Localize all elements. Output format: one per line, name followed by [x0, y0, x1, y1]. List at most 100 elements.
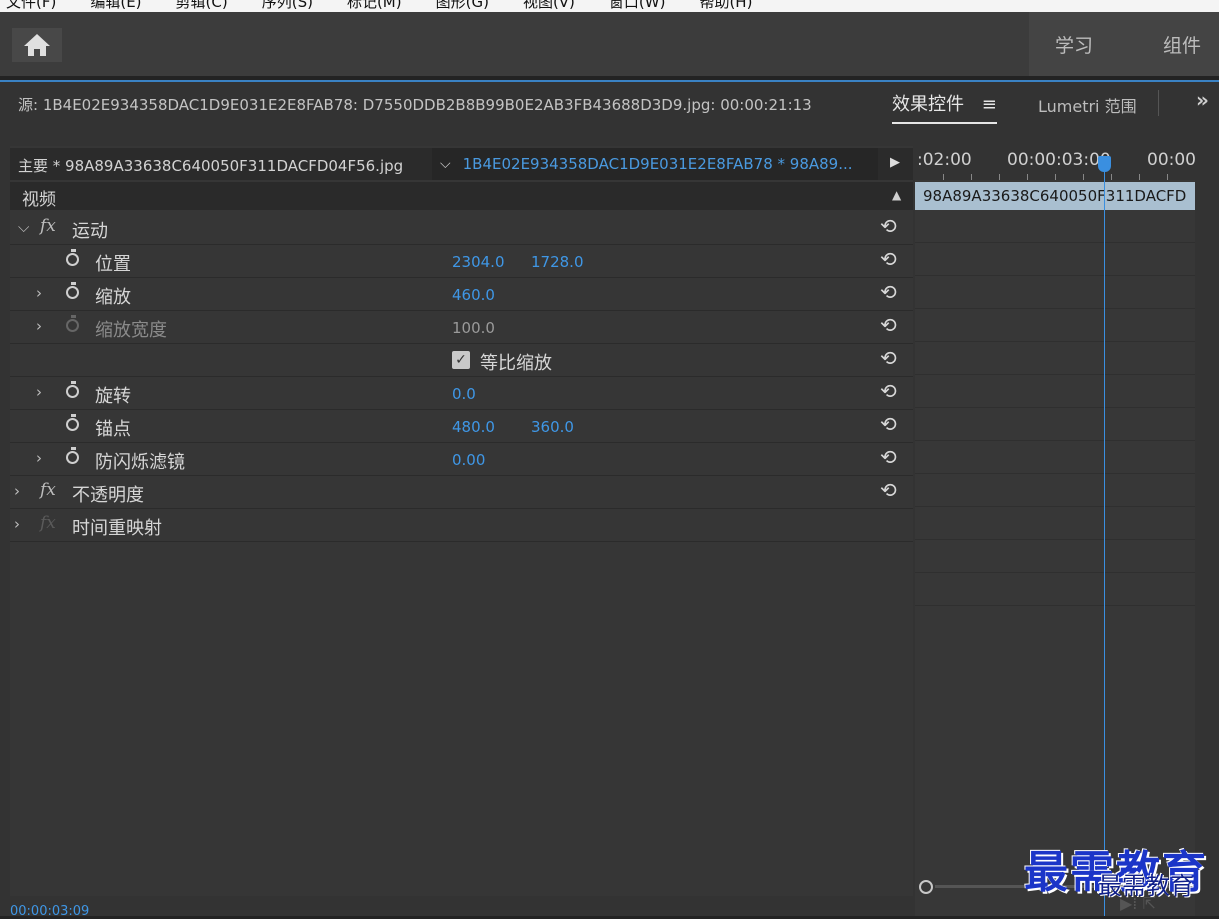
- chevron-right-icon[interactable]: ›: [36, 284, 42, 302]
- source-tab[interactable]: 源: 1B4E02E934358DAC1D9E031E2E8FAB78: D75…: [18, 94, 812, 115]
- uniform-scale-checkbox[interactable]: ✓: [452, 351, 470, 369]
- menu-item[interactable]: 图形(G): [436, 0, 489, 12]
- effect-label-opacity: 不透明度: [72, 485, 144, 506]
- workspace-assembly[interactable]: 组件: [1163, 31, 1201, 58]
- reset-icon[interactable]: ⟲: [880, 412, 897, 436]
- track-divider: [915, 539, 1195, 540]
- track-divider: [915, 605, 1195, 606]
- effect-label-time-remapping: 时间重映射: [72, 518, 162, 539]
- anchor-x-value[interactable]: 480.0: [452, 418, 495, 436]
- menu-item[interactable]: 编辑(E): [90, 0, 141, 12]
- property-label-scale-width: 缩放宽度: [95, 320, 167, 341]
- track-divider: [915, 506, 1195, 507]
- video-section-label: 视频: [22, 190, 56, 210]
- ruler-timecode: 00:00:03:00: [1007, 150, 1111, 170]
- property-row-antiflicker: › 防闪烁滤镜 0.00 ⟲: [10, 443, 913, 476]
- stopwatch-icon[interactable]: [66, 447, 79, 464]
- panel-tab-bar: 源: 1B4E02E934358DAC1D9E031E2E8FAB78: D75…: [0, 82, 1219, 128]
- playhead-handle[interactable]: [1098, 156, 1111, 172]
- property-row-uniform-scale: ✓ 等比缩放 ⟲: [10, 344, 913, 377]
- chevron-right-icon[interactable]: ›: [36, 449, 42, 467]
- ruler-tick: [971, 174, 972, 180]
- position-x-value[interactable]: 2304.0: [452, 253, 505, 271]
- play-triangle-icon[interactable]: ▶: [890, 155, 900, 170]
- fx-badge-icon[interactable]: fx: [40, 216, 56, 236]
- stopwatch-icon[interactable]: [66, 282, 79, 299]
- stopwatch-icon[interactable]: [66, 381, 79, 398]
- stopwatch-icon[interactable]: [66, 249, 79, 266]
- collapse-triangle-icon[interactable]: ▲: [892, 188, 901, 202]
- workspace-learn[interactable]: 学习: [1055, 31, 1093, 58]
- antiflicker-value[interactable]: 0.00: [452, 451, 485, 469]
- menu-item[interactable]: 剪辑(C): [176, 0, 228, 12]
- workspace-tabs: 学习 组件: [1029, 12, 1219, 76]
- uniform-scale-label: 等比缩放: [480, 353, 552, 374]
- property-row-scale: › 缩放 460.0 ⟲: [10, 278, 913, 311]
- track-divider: [915, 308, 1195, 309]
- track-divider: [915, 374, 1195, 375]
- reset-icon[interactable]: ⟲: [880, 445, 897, 469]
- chevron-down-icon: ⌵: [440, 156, 451, 172]
- effect-row-time-remapping: › fx 时间重映射: [10, 509, 913, 542]
- ruler-tick: [1139, 174, 1140, 180]
- ruler-tick: [999, 174, 1000, 180]
- tab-effect-controls[interactable]: 效果控件 ≡: [892, 90, 997, 124]
- property-row-rotation: › 旋转 0.0 ⟲: [10, 377, 913, 410]
- ruler-tick: [1111, 174, 1112, 180]
- anchor-y-value[interactable]: 360.0: [531, 418, 574, 436]
- more-tabs-icon[interactable]: »: [1196, 88, 1209, 112]
- playhead-line[interactable]: [1104, 168, 1105, 916]
- menu-item[interactable]: 序列(S): [262, 0, 313, 12]
- menu-item[interactable]: 视图(V): [523, 0, 575, 12]
- chevron-right-icon[interactable]: ›: [36, 383, 42, 401]
- track-divider: [915, 275, 1195, 276]
- header-bar: 学习 组件: [0, 12, 1219, 76]
- track-divider: [915, 473, 1195, 474]
- ruler-tick: [1055, 174, 1056, 180]
- position-y-value[interactable]: 1728.0: [531, 253, 584, 271]
- property-row-position: 位置 2304.0 1728.0 ⟲: [10, 245, 913, 278]
- ruler-timecode: 00:00: [1147, 150, 1195, 170]
- stopwatch-icon: [66, 315, 79, 332]
- reset-icon[interactable]: ⟲: [880, 247, 897, 271]
- stopwatch-icon[interactable]: [66, 414, 79, 431]
- current-timecode[interactable]: 00:00:03:09: [10, 904, 89, 919]
- reset-icon[interactable]: ⟲: [880, 214, 897, 238]
- menu-item[interactable]: 窗口(W): [609, 0, 666, 12]
- scale-value[interactable]: 460.0: [452, 286, 495, 304]
- property-label-anchor-point: 锚点: [95, 419, 131, 440]
- effect-controls-panel: 源: 1B4E02E934358DAC1D9E031E2E8FAB78: D75…: [0, 80, 1219, 919]
- effect-row-motion: ⌵ fx 运动 ⟲: [10, 212, 913, 245]
- sequence-clip-dropdown[interactable]: ⌵ 1B4E02E934358DAC1D9E031E2E8FAB78 * 98A…: [432, 148, 878, 180]
- fx-badge-icon[interactable]: fx: [40, 480, 56, 500]
- chevron-right-icon[interactable]: ›: [36, 317, 42, 335]
- property-label-position: 位置: [95, 254, 131, 275]
- tab-effect-controls-label: 效果控件: [892, 94, 964, 115]
- tab-lumetri-scopes[interactable]: Lumetri 范围: [1038, 93, 1137, 117]
- reset-icon[interactable]: ⟲: [880, 478, 897, 502]
- property-label-rotation: 旋转: [95, 386, 131, 407]
- home-button[interactable]: [12, 28, 62, 62]
- menu-item[interactable]: 文件(F): [6, 0, 56, 12]
- chevron-right-icon[interactable]: ›: [14, 482, 20, 500]
- zoom-knob[interactable]: [919, 880, 933, 894]
- rotation-value[interactable]: 0.0: [452, 385, 476, 403]
- effect-timeline: :02:00 00:00:03:00 00:00 98A89A33638C640…: [915, 146, 1195, 916]
- timeline-clip[interactable]: 98A89A33638C640050F311DACFD: [915, 182, 1195, 210]
- ruler-tick: [1027, 174, 1028, 180]
- time-ruler[interactable]: :02:00 00:00:03:00 00:00: [915, 146, 1195, 180]
- reset-icon[interactable]: ⟲: [880, 280, 897, 304]
- reset-icon[interactable]: ⟲: [880, 379, 897, 403]
- panel-menu-icon[interactable]: ≡: [982, 94, 997, 115]
- master-clip-label[interactable]: 主要 * 98A89A33638C640050F311DACFD04F56.jp…: [18, 155, 403, 176]
- video-section-header: 视频 ▲: [10, 182, 913, 210]
- chevron-right-icon[interactable]: ›: [14, 515, 20, 533]
- menu-item[interactable]: 帮助(H): [699, 0, 752, 12]
- chevron-down-icon[interactable]: ⌵: [18, 218, 29, 236]
- property-label-scale: 缩放: [95, 287, 131, 308]
- clip-selector-bar: 主要 * 98A89A33638C640050F311DACFD04F56.jp…: [10, 148, 913, 180]
- ruler-tick: [1167, 174, 1168, 180]
- menu-item[interactable]: 标记(M): [347, 0, 402, 12]
- reset-icon[interactable]: ⟲: [880, 346, 897, 370]
- reset-icon[interactable]: ⟲: [880, 313, 897, 337]
